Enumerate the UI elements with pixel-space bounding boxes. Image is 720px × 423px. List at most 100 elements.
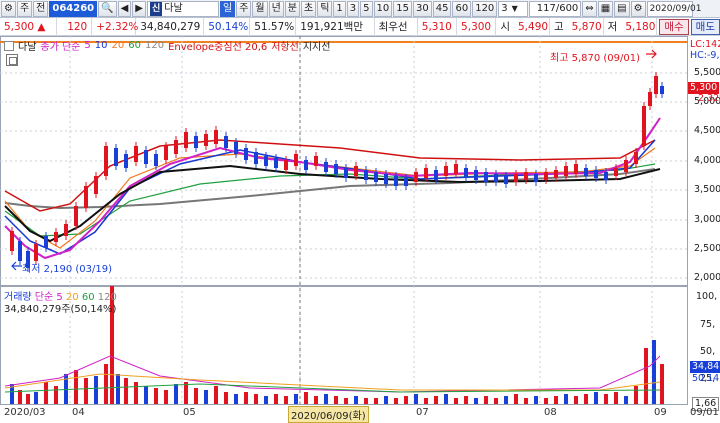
interval-select[interactable]: 3 ▼	[498, 0, 529, 17]
volume-bar	[584, 394, 588, 404]
candle	[404, 178, 408, 186]
period-tick-button[interactable]: 틱	[317, 0, 333, 17]
volume-bar	[224, 392, 228, 404]
interval-select-value: 3	[501, 2, 508, 14]
candle	[364, 170, 368, 180]
interval-120[interactable]: 120	[472, 0, 498, 17]
volume-bar	[454, 398, 458, 404]
candle	[584, 168, 588, 176]
legend-envelope: Envelope중심선 20,6	[168, 42, 268, 53]
stock-name-field[interactable]: 신 다날	[146, 0, 219, 17]
price-axis-2000: 2,000	[694, 272, 720, 283]
up-arrow-icon: ▲	[37, 20, 46, 33]
chart-canvas[interactable]	[0, 36, 720, 423]
candle	[194, 136, 198, 148]
volume-bar	[134, 382, 138, 404]
volume-tag-amount: 34,84	[690, 361, 720, 373]
volume-bar	[304, 392, 308, 404]
search-icon[interactable]: 🔍	[98, 0, 117, 17]
stock-code-input[interactable]: 064260	[49, 0, 98, 17]
volume-bar	[294, 394, 298, 404]
interval-1[interactable]: 1	[333, 0, 346, 17]
buy-button[interactable]: 매수	[659, 18, 689, 35]
volume-bar	[524, 398, 528, 404]
candle	[224, 136, 228, 148]
candle	[164, 146, 168, 160]
sell-button[interactable]: 매도	[690, 18, 720, 35]
volume-bar	[354, 396, 358, 404]
candle	[214, 130, 218, 144]
volume-bar	[244, 392, 248, 404]
legend-ma5: 5	[84, 40, 91, 51]
price-axis-5500: 5,500	[694, 67, 720, 78]
fit-icon[interactable]: ⇔	[582, 0, 597, 17]
date-field[interactable]: 2020/09/01	[646, 0, 701, 17]
toolbar-item-1[interactable]: 전	[33, 0, 49, 17]
chart-window: ⚙ 주 전 064260 🔍 ◀ ▶ 신 다날 일 주 월 년 분 초 틱 1 3…	[0, 0, 720, 423]
price-axis-2500: 2,500	[694, 243, 720, 254]
volume-bar	[464, 396, 468, 404]
open-label: 시	[500, 21, 510, 33]
restore-window-icon[interactable]	[6, 54, 18, 66]
volume-bar	[514, 394, 518, 404]
price-axis-4500: 4,500	[694, 125, 720, 136]
interval-5[interactable]: 5	[360, 0, 373, 17]
x-label-right-date: 09/01	[690, 407, 719, 418]
candle	[334, 164, 338, 174]
candle	[244, 148, 248, 160]
volume-bar	[364, 398, 368, 404]
candle	[344, 168, 348, 178]
settings-icon[interactable]: ⚙	[630, 0, 646, 17]
legend-checkbox[interactable]	[4, 40, 14, 51]
prev-stock-icon[interactable]: ◀	[117, 0, 132, 17]
interval-15[interactable]: 15	[393, 0, 412, 17]
current-price: 5,300	[4, 20, 35, 33]
volume-ma60-line	[4, 383, 661, 393]
gear-menu-icon[interactable]: ⚙	[1, 0, 16, 17]
candle	[34, 244, 38, 261]
period-day-button[interactable]: 일	[219, 0, 236, 17]
volume-bar	[324, 394, 328, 404]
x-label-04: 04	[72, 407, 85, 418]
candle	[384, 174, 388, 184]
period-month-button[interactable]: 월	[252, 0, 268, 17]
interval-60[interactable]: 60	[452, 0, 472, 17]
volume-bar	[204, 390, 208, 404]
volume-bar	[284, 396, 288, 404]
candle	[10, 231, 14, 251]
zoom-in-icon[interactable]: ▦	[597, 0, 614, 17]
stock-name: 다날	[164, 2, 183, 14]
candle	[284, 160, 288, 170]
period-year-button[interactable]: 년	[268, 0, 284, 17]
interval-3[interactable]: 3	[346, 0, 360, 17]
volume-bar	[214, 386, 218, 404]
toolbar-item-0[interactable]: 주	[16, 0, 33, 17]
candle	[634, 152, 638, 164]
interval-10[interactable]: 10	[373, 0, 393, 17]
legend-ma120: 120	[144, 40, 165, 51]
volume-bar	[404, 396, 408, 404]
turnover-ratio: 51.57%	[250, 17, 297, 36]
candle	[494, 174, 498, 182]
interval-30[interactable]: 30	[413, 0, 432, 17]
volume-value: 34,840,279	[136, 17, 205, 36]
period-week-button[interactable]: 주	[236, 0, 252, 17]
ask-price: 5,310	[418, 17, 458, 36]
interval-45[interactable]: 45	[432, 0, 452, 17]
period-second-button[interactable]: 초	[301, 0, 317, 17]
chart-area[interactable]: 다날 종가 단순 5 10 20 60 120 Envelope중심선 20,6…	[0, 36, 720, 423]
candle	[444, 166, 448, 176]
volume-bar	[414, 394, 418, 404]
price-legend: 다날 종가 단순 5 10 20 60 120 Envelope중심선 20,6…	[4, 38, 334, 53]
candle	[324, 162, 328, 172]
volume-bar	[344, 398, 348, 404]
period-minute-button[interactable]: 분	[284, 0, 300, 17]
zoom-out-icon[interactable]: ▤	[614, 0, 630, 17]
next-stock-icon[interactable]: ▶	[132, 0, 146, 17]
volume-bar	[94, 376, 98, 404]
high-label: 고	[554, 21, 564, 33]
candle	[642, 106, 646, 146]
candle	[454, 164, 458, 174]
candle	[264, 156, 268, 166]
legend-ma-label: 종가 단순	[40, 42, 81, 53]
